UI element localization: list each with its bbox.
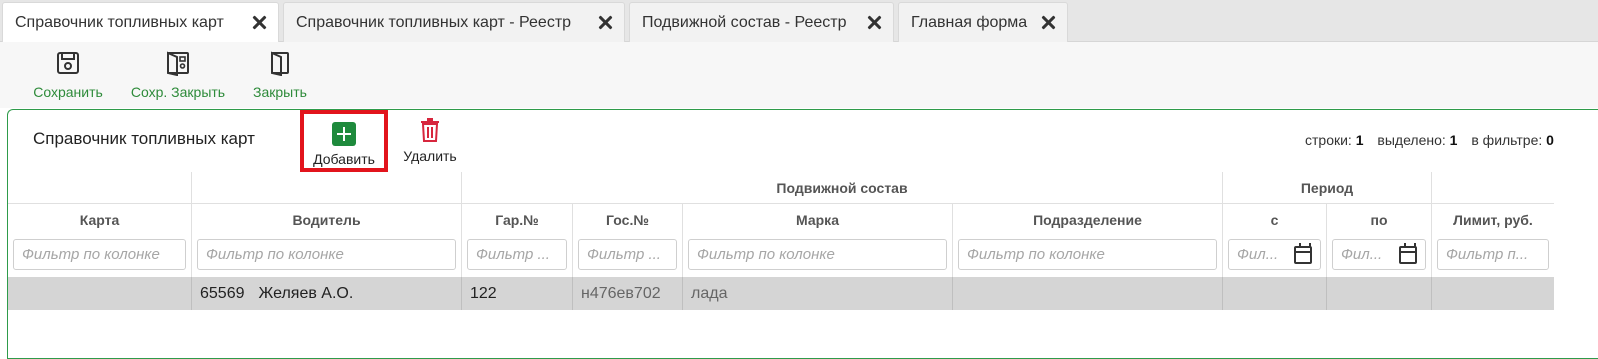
filter-gov-no-input[interactable] — [578, 239, 677, 270]
header-empty — [8, 172, 192, 204]
save-button[interactable]: Сохранить — [30, 50, 106, 100]
filter-cell-garage-no — [462, 236, 573, 277]
tab-bar: Справочник топливных карт Справочник топ… — [0, 0, 1598, 43]
tab-label: Справочник топливных карт — [15, 14, 224, 31]
delete-label: Удалить — [403, 148, 457, 164]
save-label: Сохранить — [33, 84, 103, 100]
filter-to-input[interactable] — [1332, 239, 1426, 270]
filter-card-input[interactable] — [13, 239, 186, 270]
column-header-brand[interactable]: Марка — [683, 204, 953, 236]
filter-limit-field[interactable] — [1446, 240, 1540, 269]
tab-label: Главная форма — [911, 13, 1028, 31]
filter-brand-field[interactable] — [697, 240, 938, 269]
tab-main-form[interactable]: Главная форма — [898, 2, 1068, 42]
close-icon[interactable] — [1039, 13, 1057, 31]
column-header-to[interactable]: по — [1327, 204, 1432, 236]
filter-cell-from — [1223, 236, 1327, 277]
filter-cell-brand — [683, 236, 953, 277]
filter-gov-no-field[interactable] — [587, 240, 668, 269]
driver-code: 65569 — [200, 284, 245, 302]
filter-count: 0 — [1546, 132, 1554, 148]
filter-cell-division — [953, 236, 1223, 277]
filter-driver-field[interactable] — [206, 240, 447, 269]
close-icon[interactable] — [250, 13, 268, 31]
rows-count: 1 — [1355, 132, 1364, 148]
header-empty — [192, 172, 462, 204]
trash-icon — [421, 118, 439, 142]
close-icon[interactable] — [865, 13, 883, 31]
filter-from-input[interactable] — [1228, 239, 1321, 270]
filter-cell-gov-no — [573, 236, 683, 277]
add-button[interactable]: Добавить — [300, 110, 388, 172]
filter-card-field[interactable] — [22, 240, 177, 269]
filter-cell-limit — [1432, 236, 1554, 277]
selected-label: выделено: — [1377, 132, 1446, 148]
rows-label: строки: — [1305, 132, 1352, 148]
driver-name: Желяев А.О. — [258, 284, 354, 302]
save-close-button[interactable]: Сохр. Закрыть — [128, 50, 228, 100]
header-empty — [1432, 172, 1554, 204]
cell-limit[interactable] — [1432, 277, 1554, 310]
filter-cell-driver — [192, 236, 462, 277]
column-header-gov-no[interactable]: Гос.№ — [573, 204, 683, 236]
group-header-period: Период — [1223, 172, 1432, 204]
filter-garage-no-input[interactable] — [467, 239, 567, 270]
filter-label: в фильтре: — [1471, 132, 1543, 148]
door-icon — [271, 51, 289, 76]
selected-count: 1 — [1449, 132, 1458, 148]
cell-division[interactable] — [953, 277, 1223, 310]
cell-garage-no[interactable]: 122 — [462, 277, 573, 310]
filter-driver-input[interactable] — [197, 239, 456, 270]
toolbar: Сохранить Сохр. Закрыть Закрыть — [0, 42, 1598, 108]
filter-from-field[interactable] — [1237, 240, 1288, 269]
grid-stats: строки: 1 выделено: 1 в фильтре: 0 — [1305, 132, 1564, 148]
filter-division-input[interactable] — [958, 239, 1217, 270]
column-header-from[interactable]: с — [1223, 204, 1327, 236]
cell-card[interactable] — [8, 277, 192, 310]
tab-label: Подвижной состав - Реестр — [642, 13, 847, 31]
column-header-card[interactable]: Карта — [8, 204, 192, 236]
filter-garage-no-field[interactable] — [476, 240, 558, 269]
calendar-icon[interactable] — [1399, 243, 1417, 264]
close-icon[interactable] — [596, 13, 614, 31]
group-header-rolling-stock: Подвижной состав — [462, 172, 1223, 204]
fuel-cards-panel: Справочник топливных карт Добавить Удали… — [7, 109, 1598, 359]
table-row[interactable]: 65569 Желяев А.О. 122 н476ев702 лада — [8, 277, 1554, 310]
delete-button[interactable]: Удалить — [400, 118, 460, 164]
panel-title: Справочник топливных карт — [33, 129, 255, 148]
close-label: Закрыть — [253, 84, 307, 100]
cell-driver[interactable]: 65569 Желяев А.О. — [192, 277, 462, 310]
cell-brand[interactable]: лада — [683, 277, 953, 310]
column-header-garage-no[interactable]: Гар.№ — [462, 204, 573, 236]
tab-label: Справочник топливных карт - Реестр — [296, 13, 572, 31]
column-header-division[interactable]: Подразделение — [953, 204, 1223, 236]
save-close-label: Сохр. Закрыть — [130, 84, 226, 100]
filter-division-field[interactable] — [967, 240, 1208, 269]
tab-fuel-cards-registry[interactable]: Справочник топливных карт - Реестр — [283, 2, 625, 42]
calendar-icon[interactable] — [1294, 243, 1312, 264]
filter-cell-card — [8, 236, 192, 277]
plus-icon — [332, 122, 356, 146]
add-label: Добавить — [313, 151, 375, 167]
cell-gov-no[interactable]: н476ев702 — [573, 277, 683, 310]
filter-limit-input[interactable] — [1437, 239, 1549, 270]
tab-fuel-cards[interactable]: Справочник топливных карт — [2, 2, 279, 43]
tab-rolling-stock-registry[interactable]: Подвижной состав - Реестр — [629, 2, 894, 42]
save-icon — [57, 52, 79, 74]
cell-to[interactable] — [1327, 277, 1432, 310]
filter-to-field[interactable] — [1341, 240, 1393, 269]
column-header-driver[interactable]: Водитель — [192, 204, 462, 236]
save-close-icon — [167, 51, 189, 76]
filter-brand-input[interactable] — [688, 239, 947, 270]
cell-from[interactable] — [1223, 277, 1327, 310]
filter-cell-to — [1327, 236, 1432, 277]
close-button[interactable]: Закрыть — [250, 50, 310, 100]
column-header-limit[interactable]: Лимит, руб. — [1432, 204, 1554, 236]
